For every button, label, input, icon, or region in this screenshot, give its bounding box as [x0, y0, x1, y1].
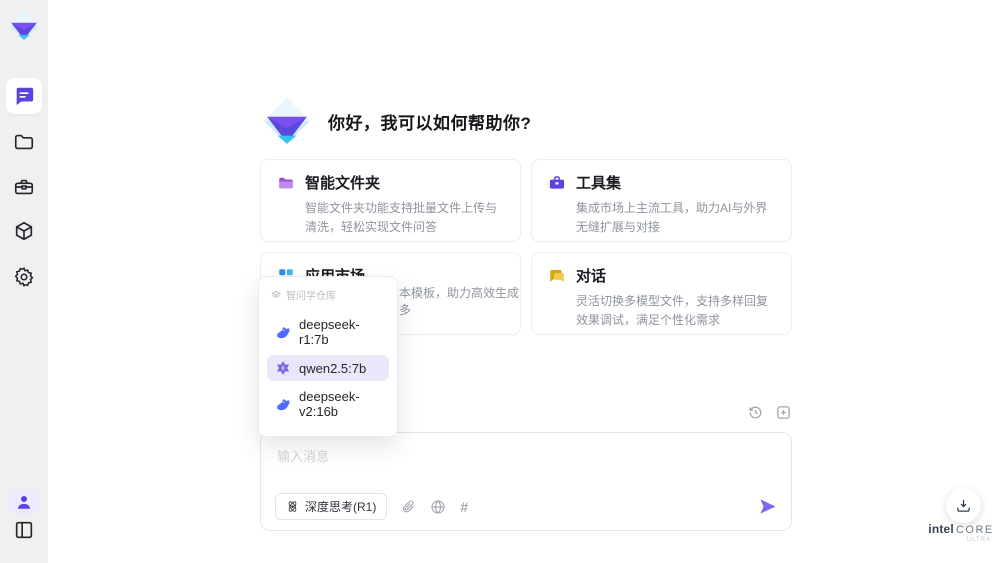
model-option-label: deepseek-v2:16b: [299, 389, 360, 419]
send-button[interactable]: [758, 497, 777, 516]
globe-icon: [431, 499, 445, 514]
panel-toggle-icon: [15, 521, 33, 539]
deepseek-icon: [277, 327, 290, 339]
app-logo-icon: [7, 8, 41, 42]
download-icon: [957, 499, 970, 512]
toolbox-icon: [14, 179, 34, 195]
model-option-deepseek-v2[interactable]: deepseek-v2:16b: [267, 384, 389, 424]
cube-icon: [15, 221, 33, 241]
deep-think-label: 深度思考(R1): [305, 500, 377, 514]
card-description: 智能文件夹功能支持批量文件上传与清洗，轻松实现文件问答: [305, 201, 498, 234]
prompt-tag-button[interactable]: #: [460, 499, 468, 515]
repo-icon: [271, 290, 281, 298]
smart-folder-icon: [279, 177, 293, 188]
user-icon: [18, 496, 30, 509]
sidebar: [0, 0, 48, 563]
chat-card-icon: [550, 269, 564, 282]
model-option-qwen[interactable]: qwen2.5:7b: [267, 355, 389, 381]
globe-button[interactable]: [430, 499, 446, 515]
message-input[interactable]: [261, 433, 791, 481]
model-dropdown-header: 智问学仓库: [259, 284, 397, 309]
card-title: 对话: [576, 268, 607, 285]
new-chat-icon[interactable]: [775, 404, 792, 421]
greeting-title: 你好，我可以如何帮助你?: [328, 113, 532, 133]
card-title: 智能文件夹: [305, 175, 381, 192]
model-option-label: deepseek-r1:7b: [299, 317, 360, 347]
sidebar-item-profile[interactable]: [9, 489, 39, 515]
paperclip-icon: [403, 500, 415, 513]
card-toolset[interactable]: 工具集 集成市场上主流工具，助力AI与外界无缝扩展与对接: [531, 159, 792, 242]
composer-toolbar: 深度思考(R1) #: [275, 493, 777, 520]
download-button[interactable]: [946, 488, 981, 523]
folder-icon: [14, 134, 34, 150]
sidebar-item-tools[interactable]: [12, 175, 36, 199]
sidebar-item-models[interactable]: [12, 219, 36, 243]
gear-icon: [14, 267, 34, 287]
card-description-fragment: 本模板，助力高效生成多: [399, 286, 520, 317]
chat-bubble-icon: [16, 87, 34, 106]
send-icon: [760, 499, 776, 514]
greeting-header: 你好，我可以如何帮助你?: [262, 96, 531, 146]
chat-actions: [747, 404, 792, 421]
model-option-deepseek-r1[interactable]: deepseek-r1:7b: [267, 312, 389, 352]
sidebar-item-folders[interactable]: [12, 130, 36, 154]
qwen-icon: [276, 361, 290, 375]
intel-badge-subtext: ultra: [966, 537, 991, 543]
deep-think-toggle[interactable]: 深度思考(R1): [275, 493, 388, 520]
model-dropdown: 智问学仓库 deepseek-r1:7b qwen2.5:7b deepseek…: [258, 276, 398, 437]
card-smart-folder[interactable]: 智能文件夹 智能文件夹功能支持批量文件上传与清洗，轻松实现文件问答: [260, 159, 521, 242]
core-wordmark: core: [955, 524, 994, 536]
card-description: 灵活切换多模型文件，支持多样回复效果调试，满足个性化需求: [576, 294, 769, 327]
message-composer: 深度思考(R1) #: [260, 432, 792, 531]
history-icon[interactable]: [747, 404, 764, 421]
sidebar-toggle-button[interactable]: [12, 518, 36, 542]
toolset-icon: [549, 175, 565, 189]
sidebar-item-settings[interactable]: [12, 265, 36, 289]
atom-icon: [288, 501, 297, 512]
sidebar-item-chat[interactable]: [6, 78, 42, 114]
assistant-logo-icon: [264, 98, 310, 144]
card-description: 集成市场上主流工具，助力AI与外界无缝扩展与对接: [576, 201, 768, 234]
card-chat[interactable]: 对话 灵活切换多模型文件，支持多样回复效果调试，满足个性化需求: [531, 252, 792, 335]
deepseek-icon: [277, 399, 290, 411]
intel-core-badge: intel core ultra: [928, 522, 994, 543]
intel-wordmark: intel: [928, 522, 954, 536]
model-option-label: qwen2.5:7b: [299, 360, 367, 376]
card-title: 工具集: [576, 175, 622, 192]
attach-button[interactable]: [401, 499, 416, 514]
